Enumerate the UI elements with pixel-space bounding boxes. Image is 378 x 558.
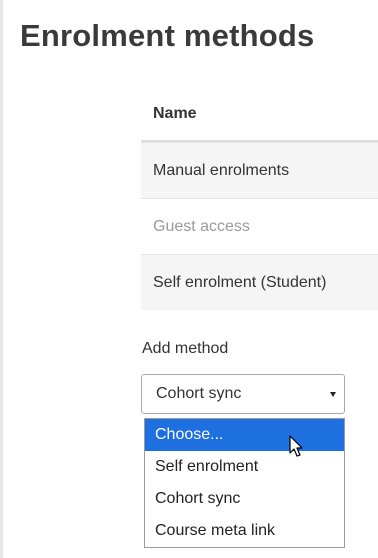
column-header-name: Name	[141, 88, 378, 142]
add-method-select[interactable]: Cohort sync	[141, 374, 345, 414]
enrolment-method-name: Self enrolment (Student)	[153, 274, 327, 291]
page-title: Enrolment methods	[20, 18, 315, 53]
add-method-dropdown-list: Choose... Self enrolment Cohort sync Cou…	[144, 418, 345, 548]
option-cohort-sync[interactable]: Cohort sync	[145, 483, 344, 515]
option-choose[interactable]: Choose...	[145, 419, 344, 451]
add-method-label: Add method	[142, 340, 229, 357]
mouse-cursor-icon	[289, 435, 303, 457]
enrolment-methods-table: Name Manual enrolments Guest access Self…	[141, 88, 378, 310]
table-row-manual-enrolments: Manual enrolments	[141, 142, 378, 198]
table-row-self-enrolment: Self enrolment (Student)	[141, 254, 378, 310]
page: Enrolment methods Name Manual enrolments…	[0, 0, 378, 558]
option-course-meta-link[interactable]: Course meta link	[145, 515, 344, 547]
enrolment-method-name: Guest access	[153, 218, 250, 235]
table-row-guest-access: Guest access	[141, 198, 378, 254]
add-method-selected-value: Cohort sync	[156, 385, 242, 402]
left-border	[0, 0, 3, 558]
enrolment-method-name: Manual enrolments	[153, 162, 290, 179]
caret-down-icon	[330, 392, 336, 397]
option-self-enrolment[interactable]: Self enrolment	[145, 451, 344, 483]
